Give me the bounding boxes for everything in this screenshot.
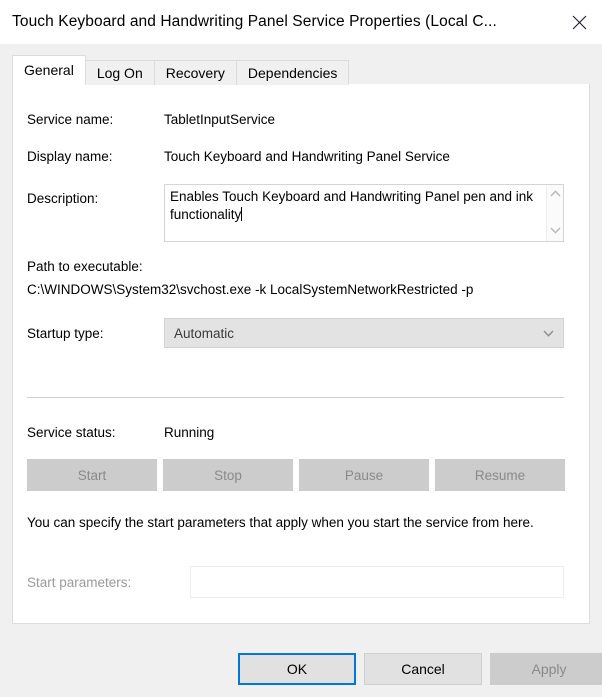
description-label: Description: [27, 191, 99, 206]
description-text[interactable]: Enables Touch Keyboard and Handwriting P… [165, 185, 546, 241]
path-to-executable-label: Path to executable: [27, 259, 143, 274]
service-name-value: TabletInputService [164, 112, 276, 127]
stop-button[interactable]: Stop [163, 459, 293, 491]
startup-type-label: Startup type: [27, 326, 104, 341]
apply-button[interactable]: Apply [490, 653, 602, 685]
service-name-label: Service name: [27, 112, 114, 127]
cancel-button[interactable]: Cancel [364, 653, 482, 685]
tab-log-on[interactable]: Log On [84, 60, 155, 85]
tab-strip: General Log On Recovery Dependencies [12, 55, 590, 85]
display-name-label: Display name: [27, 149, 113, 164]
service-status-label: Service status: [27, 425, 116, 440]
title-bar: Touch Keyboard and Handwriting Panel Ser… [0, 0, 602, 44]
description-scrollbar[interactable] [546, 185, 563, 241]
start-parameters-input[interactable] [190, 566, 564, 598]
text-caret [241, 207, 243, 221]
startup-type-dropdown[interactable]: Automatic [164, 318, 564, 348]
service-status-value: Running [164, 425, 215, 440]
tab-dependencies[interactable]: Dependencies [235, 60, 350, 85]
chevron-down-icon [543, 330, 554, 337]
display-name-value: Touch Keyboard and Handwriting Panel Ser… [164, 149, 450, 164]
start-parameters-help-text: You can specify the start parameters tha… [27, 515, 534, 530]
ok-button[interactable]: OK [238, 653, 356, 685]
window-title: Touch Keyboard and Handwriting Panel Ser… [12, 13, 497, 30]
startup-type-value: Automatic [174, 325, 235, 341]
general-tab-panel [12, 84, 590, 624]
tab-recovery[interactable]: Recovery [153, 60, 237, 85]
close-button[interactable] [556, 0, 602, 44]
close-icon [572, 15, 586, 29]
chevron-up-icon[interactable] [550, 190, 561, 197]
resume-button[interactable]: Resume [435, 459, 565, 491]
pause-button[interactable]: Pause [299, 459, 429, 491]
tab-general[interactable]: General [12, 55, 86, 85]
description-value: Enables Touch Keyboard and Handwriting P… [170, 189, 537, 222]
chevron-down-icon[interactable] [550, 227, 561, 234]
description-textarea[interactable]: Enables Touch Keyboard and Handwriting P… [164, 184, 564, 242]
start-button[interactable]: Start [27, 459, 157, 491]
start-parameters-label: Start parameters: [27, 575, 132, 590]
path-to-executable-value: C:\WINDOWS\System32\svchost.exe -k Local… [27, 282, 474, 297]
section-divider [27, 397, 564, 398]
